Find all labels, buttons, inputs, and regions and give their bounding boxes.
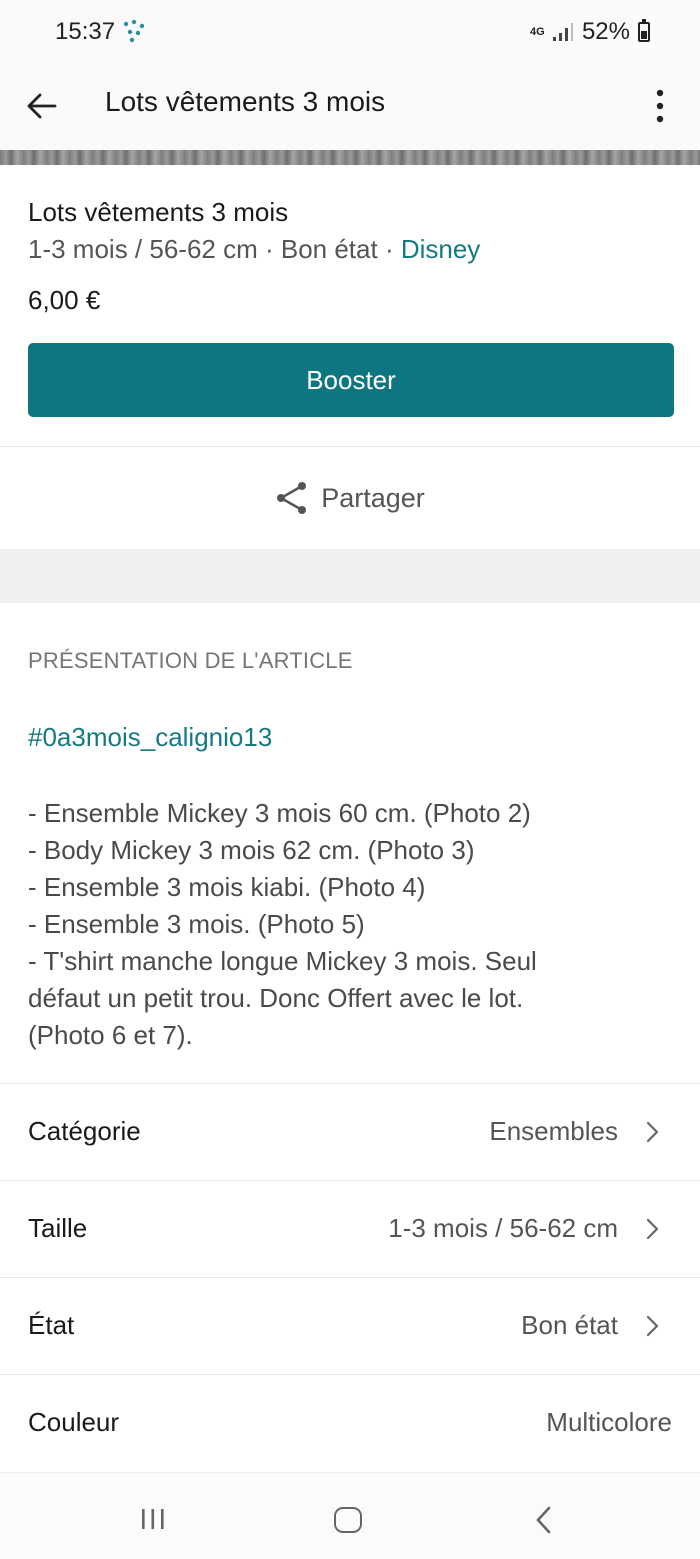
- more-vertical-icon: [656, 89, 664, 123]
- signal-icon: [552, 23, 573, 41]
- description-line: - Ensemble 3 mois kiabi. (Photo 4): [28, 872, 426, 902]
- meta-separator: ·: [257, 234, 281, 264]
- chevron-right-icon: [646, 1218, 659, 1240]
- description-line: défaut un petit trou. Donc Offert avec l…: [28, 983, 524, 1013]
- chevron-right-icon: [646, 1121, 659, 1143]
- item-size: 1-3 mois / 56-62 cm: [28, 234, 258, 264]
- description-line: (Photo 6 et 7).: [28, 1020, 193, 1050]
- item-brand-link[interactable]: Disney: [401, 234, 480, 264]
- share-icon: [277, 482, 307, 514]
- attribute-label: État: [28, 1310, 75, 1340]
- system-back-icon[interactable]: [533, 1505, 555, 1535]
- attribute-value: Multicolore: [546, 1407, 672, 1437]
- attribute-label: Taille: [28, 1213, 88, 1243]
- attribute-row-size[interactable]: Taille 1-3 mois / 56-62 cm: [0, 1180, 700, 1277]
- attribute-row-category[interactable]: Catégorie Ensembles: [0, 1083, 700, 1180]
- app-title: Lots vêtements 3 mois: [105, 86, 386, 117]
- status-indicators: 4G 52%: [530, 18, 650, 46]
- attribute-value: Bon état: [521, 1310, 618, 1340]
- attribute-row-color: Couleur Multicolore: [0, 1374, 700, 1471]
- description-line: - Body Mickey 3 mois 62 cm. (Photo 3): [28, 835, 475, 865]
- item-price: 6,00 €: [28, 285, 101, 315]
- network-type: 4G: [529, 26, 545, 38]
- item-meta: 1-3 mois / 56-62 cm · Bon état · Disney: [28, 231, 674, 267]
- notification-dots-icon: [123, 20, 145, 43]
- meta-separator: ·: [377, 234, 401, 264]
- app-bar: Lots vêtements 3 mois: [0, 62, 700, 150]
- description-text: - Ensemble Mickey 3 mois 60 cm. (Photo 2…: [28, 795, 674, 1054]
- status-bar: 15:37 4G 52%: [0, 0, 700, 62]
- status-time: 15:37: [55, 18, 116, 45]
- more-options-button[interactable]: [640, 82, 680, 130]
- share-label: Partager: [321, 482, 425, 513]
- description-line: - Ensemble 3 mois. (Photo 5): [28, 909, 365, 939]
- recent-apps-icon[interactable]: [140, 1508, 166, 1530]
- back-button[interactable]: [18, 82, 66, 130]
- item-condition: Bon état: [280, 234, 378, 264]
- item-title: Lots vêtements 3 mois: [28, 197, 289, 227]
- share-button[interactable]: Partager: [0, 447, 700, 549]
- description-line: - Ensemble Mickey 3 mois 60 cm. (Photo 2…: [28, 798, 531, 828]
- arrow-left-icon: [27, 93, 57, 119]
- attribute-value: Ensembles: [489, 1116, 618, 1146]
- chevron-right-icon: [646, 1315, 659, 1337]
- system-nav-bar: [0, 1472, 700, 1559]
- home-icon[interactable]: [334, 1507, 362, 1533]
- attribute-label: Catégorie: [28, 1116, 141, 1146]
- battery-icon: [638, 19, 650, 42]
- description-heading: PRÉSENTATION DE L'ARTICLE: [28, 648, 353, 673]
- boost-button[interactable]: Booster: [28, 343, 674, 417]
- section-separator: [0, 549, 700, 603]
- description-line: - T'shirt manche longue Mickey 3 mois. S…: [28, 946, 537, 976]
- battery-percent: 52%: [581, 18, 630, 45]
- attribute-label: Couleur: [28, 1407, 120, 1437]
- photo-gallery-edge[interactable]: [0, 150, 700, 165]
- item-summary: Lots vêtements 3 mois 1-3 mois / 56-62 c…: [28, 195, 674, 318]
- attribute-value: 1-3 mois / 56-62 cm: [388, 1213, 618, 1243]
- attribute-row-condition[interactable]: État Bon état: [0, 1277, 700, 1374]
- hashtag-link[interactable]: #0a3mois_calignio13: [28, 722, 272, 753]
